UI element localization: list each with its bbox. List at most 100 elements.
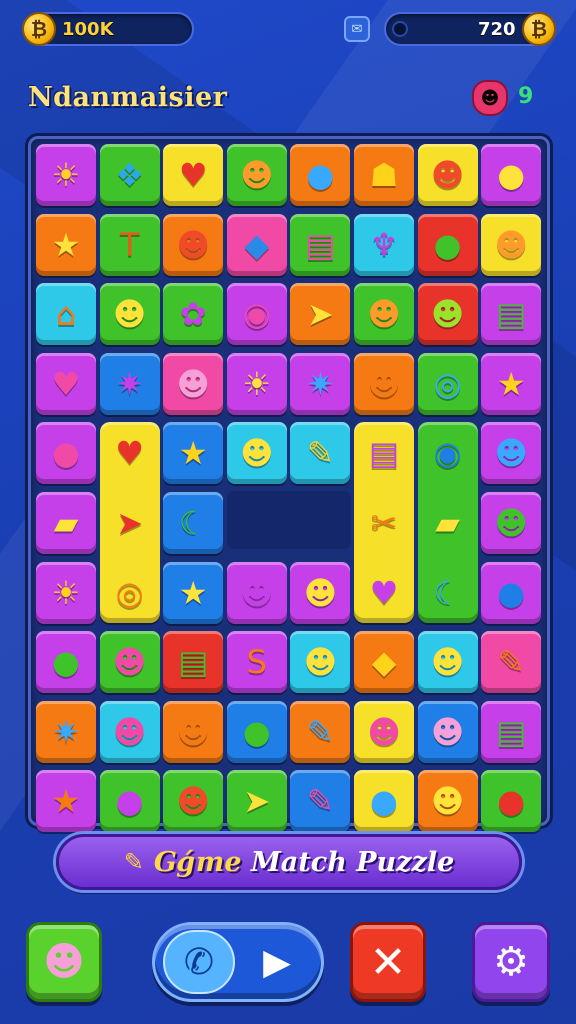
- tile[interactable]: ★: [481, 352, 542, 415]
- tile-icon: ☗: [369, 156, 399, 194]
- tile[interactable]: ★: [163, 422, 224, 485]
- tile[interactable]: ★: [36, 770, 96, 833]
- tile[interactable]: ☻: [417, 144, 478, 206]
- tile[interactable]: ▤: [481, 700, 542, 763]
- chat-badge-icon[interactable]: ✉: [344, 16, 370, 42]
- tile[interactable]: ☻: [99, 283, 160, 346]
- tile[interactable]: ♥: [36, 352, 96, 415]
- tile[interactable]: ☻: [354, 352, 414, 415]
- tile[interactable]: ☻: [163, 770, 224, 833]
- tile[interactable]: ★: [163, 561, 224, 624]
- tile[interactable]: ☻: [290, 561, 351, 624]
- tile[interactable]: ✷: [99, 352, 160, 415]
- character-button[interactable]: ☻: [26, 922, 102, 1002]
- tile-icon: ▰: [53, 504, 79, 542]
- tile[interactable]: ✷: [36, 700, 96, 763]
- tile[interactable]: ☻: [226, 422, 287, 485]
- play-icon[interactable]: ▶: [241, 930, 313, 994]
- tile[interactable]: ☻: [99, 700, 160, 763]
- tile[interactable]: ◉: [226, 283, 287, 346]
- tile[interactable]: ●: [99, 770, 160, 833]
- tile[interactable]: ☻: [99, 631, 160, 694]
- tile-icon: ☀: [51, 573, 81, 612]
- tile[interactable]: ✎: [290, 770, 351, 833]
- tile[interactable]: ⌂: [36, 283, 96, 346]
- tile[interactable]: ☻: [481, 422, 542, 485]
- tile[interactable]: ☻: [290, 631, 351, 694]
- tile-icon: ♆: [369, 225, 399, 264]
- tile[interactable]: ☻: [417, 770, 478, 833]
- tile[interactable]: ▤: [163, 631, 224, 694]
- tile-icon: ☀: [242, 364, 272, 403]
- tile[interactable]: ☗: [354, 144, 414, 206]
- tile[interactable]: ☻: [417, 283, 478, 346]
- tile[interactable]: ●: [481, 561, 542, 624]
- tile[interactable]: ☻: [354, 700, 414, 763]
- tile[interactable]: ◆: [354, 631, 414, 694]
- tile[interactable]: ☾: [163, 492, 224, 554]
- tile[interactable]: ☻: [163, 700, 224, 763]
- tile[interactable]: ◆: [226, 213, 287, 276]
- tile-icon: ◎: [115, 573, 144, 612]
- tile[interactable]: ●: [354, 770, 414, 833]
- tile-icon: ♥: [178, 156, 208, 194]
- tile[interactable]: ●: [290, 144, 351, 206]
- tile[interactable]: ☻: [354, 283, 414, 346]
- tile[interactable]: ●: [481, 144, 542, 206]
- tile[interactable]: ◎: [417, 352, 478, 415]
- tile[interactable]: ▤: [481, 283, 542, 346]
- tile[interactable]: ☻: [417, 631, 478, 694]
- tile[interactable]: ▰: [36, 492, 96, 554]
- tile[interactable]: ☀: [226, 352, 287, 415]
- creature-avatar-icon[interactable]: ☻: [472, 80, 508, 116]
- settings-button[interactable]: ⚙: [472, 922, 550, 1002]
- tile-icon: ●: [497, 782, 526, 821]
- tile[interactable]: ●: [226, 700, 287, 763]
- tile[interactable]: ➤: [226, 770, 287, 833]
- call-play-button[interactable]: ✆ ▶: [152, 922, 324, 1002]
- tile[interactable]: ●: [481, 770, 542, 833]
- tile[interactable]: ✎: [481, 631, 542, 694]
- tile[interactable]: ☻: [481, 492, 542, 554]
- tile[interactable]: ✷: [290, 352, 351, 415]
- tile[interactable]: ☀: [36, 144, 96, 206]
- close-button[interactable]: ✕: [350, 922, 426, 1002]
- tile[interactable]: ✿: [163, 283, 224, 346]
- tile[interactable]: ☻: [481, 213, 542, 276]
- tile-icon: ●: [433, 225, 462, 264]
- tile-icon: ●: [497, 156, 526, 194]
- tile[interactable]: ❖: [99, 144, 160, 206]
- tile[interactable]: ☻: [226, 561, 287, 624]
- tile-icon: ☻: [367, 712, 401, 751]
- tile[interactable]: ♆: [354, 213, 414, 276]
- gear-icon: ⚙: [493, 939, 529, 985]
- tile-icon: ☻: [112, 712, 147, 751]
- tile[interactable]: ▤: [290, 213, 351, 276]
- tile[interactable]: ➤: [290, 283, 351, 346]
- tile-icon: ★: [496, 364, 526, 403]
- tile-icon: ⌂: [55, 295, 77, 334]
- tile[interactable]: ☀: [36, 561, 96, 624]
- coin-amount: 100K: [62, 19, 114, 40]
- tile-icon: ✷: [306, 364, 334, 403]
- tile-icon: ☻: [430, 295, 465, 334]
- tile[interactable]: S: [226, 631, 287, 694]
- tile[interactable]: ☻: [163, 213, 224, 276]
- tall-tile-icon: ☾: [418, 562, 478, 624]
- tile-icon: ☾: [433, 573, 462, 612]
- phone-icon[interactable]: ✆: [163, 930, 235, 994]
- tile[interactable]: T: [99, 213, 160, 276]
- tile-icon: ●: [497, 573, 526, 612]
- tile[interactable]: ●: [36, 422, 96, 485]
- tile[interactable]: ♥: [163, 144, 224, 206]
- tile[interactable]: ✎: [290, 700, 351, 763]
- tile[interactable]: ✎: [290, 422, 351, 485]
- tile[interactable]: ●: [417, 213, 478, 276]
- tile[interactable]: ☻: [163, 352, 224, 415]
- tile[interactable]: ●: [36, 631, 96, 694]
- score-value: 720: [478, 19, 516, 40]
- tile[interactable]: ★: [36, 213, 96, 276]
- tile-icon: ☻: [176, 225, 210, 264]
- tile[interactable]: ☻: [417, 700, 478, 763]
- tile[interactable]: ☻: [226, 144, 287, 206]
